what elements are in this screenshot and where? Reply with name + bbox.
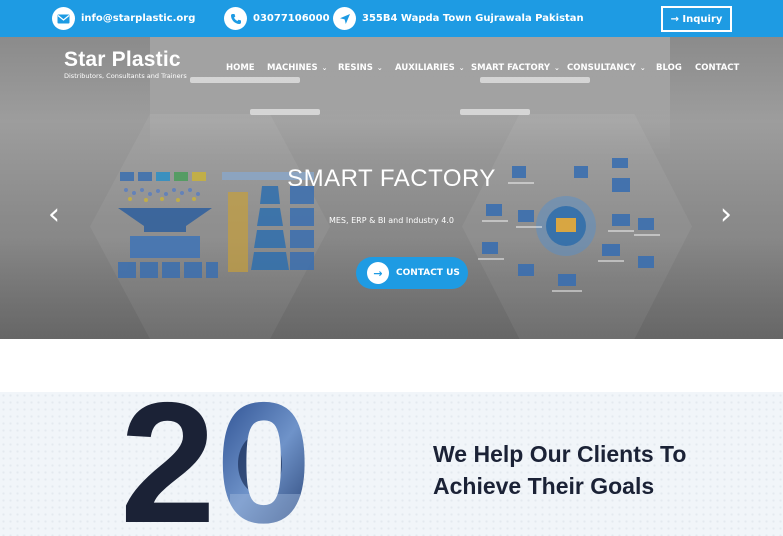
hero-subtitle: MES, ERP & BI and Industry 4.0 [328, 216, 455, 225]
phone-contact[interactable]: 03077106000 [224, 7, 330, 30]
address-contact: 355B4 Wapda Town Gujrawala Pakistan [333, 7, 584, 30]
ceiling-light [190, 77, 300, 83]
nav-label: AUXILIARIES [395, 63, 455, 73]
slider-prev-arrow[interactable]: ‹ [48, 197, 60, 232]
about-section: 0 2 We Help Our Clients To Achieve Their… [0, 392, 783, 536]
nav-label: RESINS [338, 63, 373, 73]
nav-machines[interactable]: MACHINES ⌄ [267, 61, 327, 75]
arrow-right-icon: → [367, 262, 389, 284]
nav-label: CONSULTANCY [567, 63, 636, 73]
nav-contact[interactable]: CONTACT [695, 61, 739, 75]
nav-blog[interactable]: BLOG [656, 61, 682, 75]
section-headline: We Help Our Clients To Achieve Their Goa… [433, 438, 686, 502]
nav-auxiliaries[interactable]: AUXILIARIES ⌄ [395, 61, 465, 75]
site-logo[interactable]: Star Plastic Distributors, Consultants a… [64, 48, 187, 81]
chevron-down-icon: ⌄ [458, 64, 465, 72]
mail-icon [52, 7, 75, 30]
years-number-graphic: 0 2 [120, 394, 312, 536]
chevron-down-icon: ⌄ [554, 64, 560, 72]
phone-icon [224, 7, 247, 30]
email-text: info@starplastic.org [81, 13, 196, 24]
location-arrow-icon [333, 7, 356, 30]
hero-title: SMART FACTORY [287, 165, 496, 192]
chevron-down-icon: ⌄ [639, 64, 646, 72]
brand-name: Star Plastic [64, 48, 181, 71]
nav-label: CONTACT [695, 63, 740, 73]
big-number-digit: 2 [120, 394, 216, 536]
top-contact-bar: info@starplastic.org 03077106000 355B4 W… [0, 0, 783, 37]
phone-text: 03077106000 [253, 13, 330, 24]
inquiry-button[interactable]: → Inquiry [661, 6, 732, 32]
nav-label: BLOG [656, 63, 682, 73]
headline-line-1: We Help Our Clients To [433, 441, 687, 467]
contact-us-button[interactable]: → CONTACT US [356, 257, 468, 289]
slider-next-arrow[interactable]: › [720, 197, 732, 232]
hero-slider: Star Plastic Distributors, Consultants a… [0, 37, 783, 339]
nav-label: MACHINES [267, 63, 318, 73]
headline-line-2: Achieve Their Goals [433, 473, 655, 499]
contact-us-label: CONTACT US [396, 268, 460, 278]
nav-smart-factory[interactable]: SMART FACTORY ⌄ [471, 61, 560, 75]
ceiling-light [480, 77, 590, 83]
brand-tagline: Distributors, Consultants and Trainers [64, 72, 187, 80]
nav-resins[interactable]: RESINS ⌄ [338, 61, 383, 75]
address-text: 355B4 Wapda Town Gujrawala Pakistan [362, 13, 584, 24]
section-divider [0, 339, 783, 392]
email-contact[interactable]: info@starplastic.org [52, 7, 195, 30]
nav-consultancy[interactable]: CONSULTANCY ⌄ [567, 61, 646, 75]
chevron-down-icon: ⌄ [321, 64, 328, 72]
automation-pyramid-diagram [118, 172, 314, 278]
nav-home[interactable]: HOME [226, 61, 255, 75]
nav-label: HOME [226, 63, 255, 73]
chevron-down-icon: ⌄ [376, 64, 383, 72]
industry-4-0-diagram [478, 158, 660, 292]
nav-label: SMART FACTORY [471, 63, 550, 73]
